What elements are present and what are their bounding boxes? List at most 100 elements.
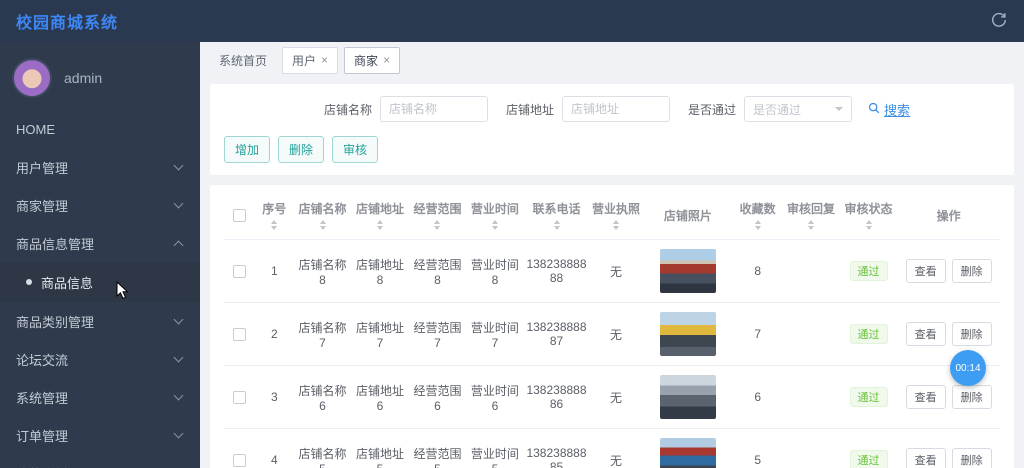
sort-icon[interactable]	[553, 220, 560, 230]
cell-audit-reply	[782, 239, 840, 303]
table-row: 1 店铺名称8 店铺地址8 经营范围8 营业时间8 13823888888 无 …	[224, 239, 1000, 303]
sidebar-item-my-profile[interactable]: 我的资料	[0, 454, 200, 468]
sidebar-item-label: 商品信息管理	[16, 236, 95, 252]
shop-name-input[interactable]	[379, 96, 488, 122]
status-badge: 通过	[849, 387, 888, 407]
sort-icon[interactable]	[808, 220, 815, 230]
close-icon[interactable]	[321, 54, 328, 66]
column-header: 收藏数	[739, 202, 776, 216]
sidebar-item-product-info-mgmt[interactable]: 商品信息管理	[0, 224, 200, 262]
store-photo[interactable]	[659, 375, 716, 419]
view-button[interactable]: 查看	[905, 385, 946, 409]
sidebar-item-label: 系统管理	[16, 390, 69, 406]
chevron-down-icon	[173, 428, 184, 438]
main-area: 系统首页 用户 商家 店铺名称 店铺地址 是否通过	[200, 42, 1024, 468]
sidebar-item-order-mgmt[interactable]: 订单管理	[0, 416, 200, 454]
sidebar-item-system-mgmt[interactable]: 系统管理	[0, 378, 200, 416]
tab-label: 商家	[354, 53, 379, 68]
logout-icon	[990, 11, 1008, 32]
add-button[interactable]: 增加	[224, 136, 271, 163]
sort-icon[interactable]	[434, 220, 441, 230]
approved-select-placeholder: 是否通过	[753, 102, 802, 117]
row-delete-button[interactable]: 删除	[951, 259, 992, 283]
store-photo[interactable]	[659, 438, 716, 468]
column-header: 营业执照	[592, 202, 641, 216]
cell-phone: 13823888887	[523, 302, 590, 366]
cell-business-hours: 营业时间8	[466, 239, 524, 303]
store-photo[interactable]	[659, 249, 716, 293]
cell-phone: 13823888888	[523, 239, 590, 303]
sidebar-subitem-label: 商品信息	[41, 275, 94, 291]
sort-icon[interactable]	[491, 220, 498, 230]
avatar[interactable]	[12, 58, 52, 98]
sidebar-item-forum[interactable]: 论坛交流	[0, 340, 200, 378]
sidebar-subitem-product-info[interactable]: 商品信息	[0, 262, 200, 302]
column-header: 经营范围	[413, 202, 462, 216]
toolbar: 增加 删除 审核	[224, 136, 1000, 163]
user-profile: admin	[0, 42, 200, 110]
table-row: 4 店铺名称5 店铺地址5 经营范围5 营业时间5 13823888885 无 …	[224, 428, 1000, 468]
row-delete-button[interactable]: 删除	[951, 448, 992, 468]
tab-system-home[interactable]: 系统首页	[210, 48, 276, 73]
sidebar-item-label: 商品类别管理	[16, 314, 95, 330]
delete-button[interactable]: 删除	[278, 136, 325, 163]
status-badge: 通过	[849, 261, 888, 281]
sidebar-item-merchant-mgmt[interactable]: 商家管理	[0, 186, 200, 224]
table-row: 3 店铺名称6 店铺地址6 经营范围6 营业时间6 13823888886 无 …	[224, 365, 1000, 429]
close-icon[interactable]	[383, 54, 390, 66]
cell-license: 无	[589, 428, 643, 468]
cell-business-scope: 经营范围8	[408, 239, 467, 303]
sidebar-item-home[interactable]: HOME	[0, 110, 200, 148]
approved-label: 是否通过	[688, 102, 737, 117]
chevron-down-icon	[173, 160, 184, 170]
username: admin	[64, 70, 103, 86]
audit-button[interactable]: 审核	[332, 136, 379, 163]
tab-users[interactable]: 用户	[282, 46, 339, 74]
cell-business-hours: 营业时间7	[466, 302, 524, 366]
view-button[interactable]: 查看	[905, 259, 946, 283]
sidebar-item-user-mgmt[interactable]: 用户管理	[0, 148, 200, 186]
chevron-down-icon	[173, 352, 184, 362]
shop-address-input[interactable]	[562, 96, 670, 122]
tab-merchants[interactable]: 商家	[344, 46, 401, 74]
sidebar: admin HOME 用户管理 商家管理 商品信息管理 商品信息 商品类别管理	[0, 42, 200, 468]
store-photo[interactable]	[659, 312, 716, 356]
view-button[interactable]: 查看	[905, 448, 946, 468]
column-header: 审核状态	[844, 202, 893, 216]
cell-phone: 13823888885	[523, 428, 590, 468]
row-checkbox[interactable]	[232, 454, 246, 468]
row-checkbox[interactable]	[232, 265, 246, 279]
tab-label: 用户	[292, 53, 317, 68]
sort-icon[interactable]	[613, 220, 620, 230]
shop-name-label: 店铺名称	[323, 102, 372, 117]
content: 店铺名称 店铺地址 是否通过 是否通过	[200, 76, 1024, 468]
sort-icon[interactable]	[271, 220, 278, 230]
sort-icon[interactable]	[376, 220, 383, 230]
search-button[interactable]: 搜索	[868, 100, 910, 119]
sidebar-item-product-category-mgmt[interactable]: 商品类别管理	[0, 302, 200, 340]
approved-select[interactable]: 是否通过	[744, 96, 853, 122]
sort-icon[interactable]	[319, 220, 326, 230]
sidebar-item-label: 订单管理	[16, 428, 69, 444]
cell-shop-address: 店铺地址5	[351, 428, 409, 468]
row-delete-button[interactable]: 删除	[951, 322, 992, 346]
cell-audit-reply	[782, 365, 840, 429]
sort-icon[interactable]	[865, 220, 872, 230]
view-button[interactable]: 查看	[905, 322, 946, 346]
sidebar-item-label: HOME	[16, 121, 55, 137]
row-checkbox[interactable]	[232, 328, 246, 342]
sort-icon[interactable]	[754, 220, 761, 230]
logout-button[interactable]	[990, 11, 1008, 32]
cell-license: 无	[589, 365, 643, 429]
select-all-checkbox[interactable]	[232, 209, 246, 223]
search-icon	[868, 102, 880, 117]
filter-card: 店铺名称 店铺地址 是否通过 是否通过	[210, 84, 1014, 175]
sidebar-item-label: 论坛交流	[16, 352, 69, 368]
cell-business-scope: 经营范围7	[408, 302, 467, 366]
tab-label: 系统首页	[219, 53, 268, 68]
row-delete-button[interactable]: 删除	[951, 385, 992, 409]
timer-badge[interactable]: 00:14	[950, 350, 986, 386]
cell-favorites: 6	[733, 365, 783, 429]
sidebar-item-label: 商家管理	[16, 198, 69, 214]
row-checkbox[interactable]	[232, 391, 246, 405]
